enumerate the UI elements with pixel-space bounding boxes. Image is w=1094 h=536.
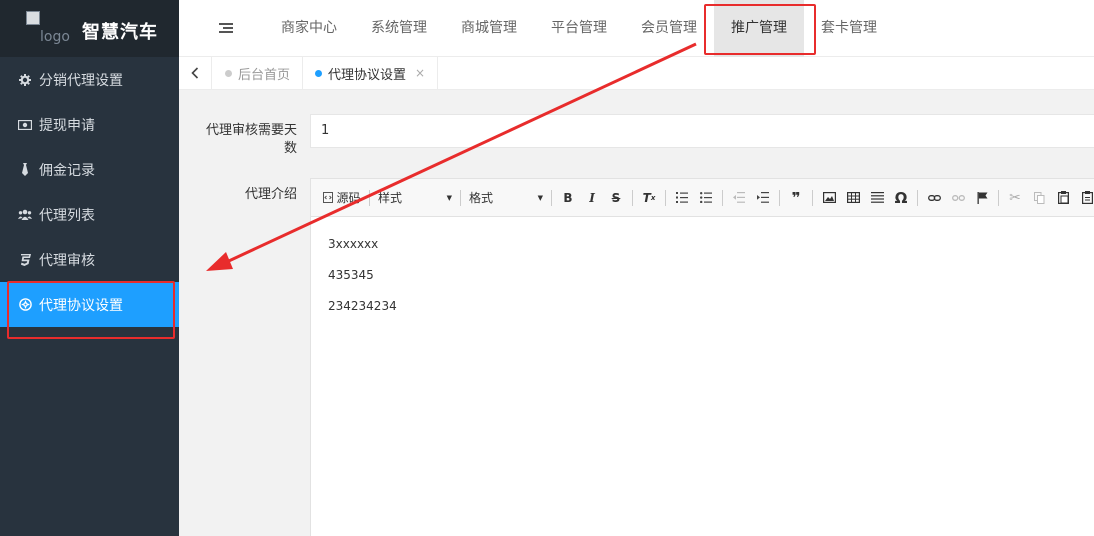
dropdown-arrow-icon: ▼: [446, 193, 452, 202]
toolbar-separator: [917, 189, 918, 206]
anchor-flag-icon[interactable]: [971, 187, 993, 209]
bold-icon[interactable]: B: [557, 187, 579, 209]
nav-member-management[interactable]: 会员管理: [629, 0, 709, 57]
editor-paragraph: 234234234: [328, 299, 397, 313]
sidebar-item-distribution-settings[interactable]: 分销代理设置: [0, 57, 179, 102]
blockquote-icon[interactable]: ❞: [785, 187, 807, 209]
italic-icon[interactable]: I: [581, 187, 603, 209]
sidebar-item-agent-list[interactable]: 代理列表: [0, 192, 179, 237]
tab-label: 代理协议设置: [328, 67, 407, 83]
days-input[interactable]: 1: [310, 114, 1094, 148]
source-label: 源码: [336, 191, 361, 205]
toolbar-separator: [779, 189, 780, 206]
toolbar-separator: [722, 189, 723, 206]
table-icon[interactable]: [842, 187, 864, 209]
numbered-list-icon[interactable]: [671, 187, 693, 209]
tab-home[interactable]: 后台首页: [213, 57, 304, 89]
intro-label: 代理介绍: [244, 187, 297, 202]
style-label: 样式: [378, 191, 403, 205]
sidebar-item-label: 代理审核: [39, 252, 95, 269]
sidebar: logo 智慧汽车 分销代理设置 提现申请 佣金记录 代理列表 代理审核 代理协…: [0, 0, 179, 536]
sidebar-item-agent-review[interactable]: 代理审核: [0, 237, 179, 282]
tab-dot-icon: [225, 69, 232, 77]
strikethrough-icon[interactable]: S: [605, 187, 627, 209]
tab-label: 后台首页: [238, 67, 291, 83]
nav-system-management[interactable]: 系统管理: [359, 0, 439, 57]
nav-mall-management[interactable]: 商城管理: [449, 0, 529, 57]
editor-paragraph: 3xxxxxx: [328, 237, 379, 251]
nav-card-management[interactable]: 套卡管理: [809, 0, 889, 57]
indent-icon[interactable]: [752, 187, 774, 209]
tab-dot-icon: [315, 69, 322, 77]
image-icon[interactable]: [818, 187, 840, 209]
format-select[interactable]: 格式 ▼: [465, 187, 547, 209]
nav-merchant-center[interactable]: 商家中心: [269, 0, 349, 57]
page-tab-bar: 后台首页 代理协议设置 ×: [179, 57, 1094, 90]
source-icon: [323, 192, 334, 203]
menu-toggle-icon[interactable]: [219, 23, 233, 34]
nav-platform-management[interactable]: 平台管理: [539, 0, 619, 57]
close-icon[interactable]: ×: [415, 66, 425, 80]
gear-icon: [18, 73, 32, 87]
sidebar-item-label: 分销代理设置: [39, 72, 123, 89]
highlight-box-sidebar: [7, 281, 175, 339]
horizontal-line-icon[interactable]: [866, 187, 888, 209]
days-label: 代理审核需要天数: [205, 123, 297, 156]
sidebar-item-withdraw[interactable]: 提现申请: [0, 102, 179, 147]
paste-icon[interactable]: [1052, 187, 1074, 209]
logo-alt-text: logo: [40, 28, 70, 45]
css3-icon: [18, 253, 32, 267]
dropdown-arrow-icon: ▼: [537, 193, 543, 202]
toolbar-separator: [812, 189, 813, 206]
top-nav: 商家中心 系统管理 商城管理 平台管理 会员管理 推广管理 套卡管理: [179, 0, 1094, 57]
remove-format-icon[interactable]: Tx: [638, 187, 660, 209]
toolbar-separator: [460, 189, 461, 206]
format-label: 格式: [469, 191, 494, 205]
special-char-icon[interactable]: Ω: [890, 187, 912, 209]
outdent-icon[interactable]: [728, 187, 750, 209]
app-root: logo 智慧汽车 分销代理设置 提现申请 佣金记录 代理列表 代理审核 代理协…: [0, 0, 1094, 536]
chevron-left-icon[interactable]: [179, 57, 212, 89]
broken-image-icon: [26, 10, 40, 25]
editor-toolbar: 源码 样式 ▼ 格式 ▼ B I S Tx ❞ Ω ✂: [311, 179, 1094, 217]
source-button[interactable]: 源码: [320, 187, 364, 209]
style-select[interactable]: 样式 ▼: [374, 187, 456, 209]
rich-text-editor: 源码 样式 ▼ 格式 ▼ B I S Tx ❞ Ω ✂ 3xxxxxx 4353…: [310, 178, 1094, 536]
sidebar-item-label: 佣金记录: [39, 162, 95, 179]
toolbar-separator: [551, 189, 552, 206]
toolbar-separator: [665, 189, 666, 206]
copy-icon[interactable]: [1028, 187, 1050, 209]
money-icon: [18, 118, 32, 132]
main-content: 代理审核需要天数 1 代理介绍 源码 样式 ▼ 格式 ▼ B I S T x ❞…: [179, 90, 1094, 536]
users-icon: [18, 208, 32, 222]
toolbar-separator: [369, 189, 370, 206]
highlight-box-top-nav: [704, 4, 816, 55]
brand: logo 智慧汽车: [0, 0, 179, 57]
cut-icon[interactable]: ✂: [1004, 187, 1026, 209]
tab-agreement-settings[interactable]: 代理协议设置 ×: [303, 57, 439, 89]
sidebar-item-label: 提现申请: [39, 117, 95, 134]
unlink-icon[interactable]: [947, 187, 969, 209]
editor-content[interactable]: 3xxxxxx 435345 234234234: [311, 217, 1094, 350]
paste-text-icon[interactable]: [1076, 187, 1094, 209]
toolbar-separator: [632, 189, 633, 206]
tie-icon: [18, 163, 32, 177]
bullet-list-icon[interactable]: [695, 187, 717, 209]
logo: logo: [24, 10, 72, 47]
brand-name: 智慧汽车: [82, 22, 158, 43]
editor-paragraph: 435345: [328, 268, 374, 282]
link-icon[interactable]: [923, 187, 945, 209]
sidebar-item-label: 代理列表: [39, 207, 95, 224]
toolbar-separator: [998, 189, 999, 206]
sidebar-item-commission[interactable]: 佣金记录: [0, 147, 179, 192]
